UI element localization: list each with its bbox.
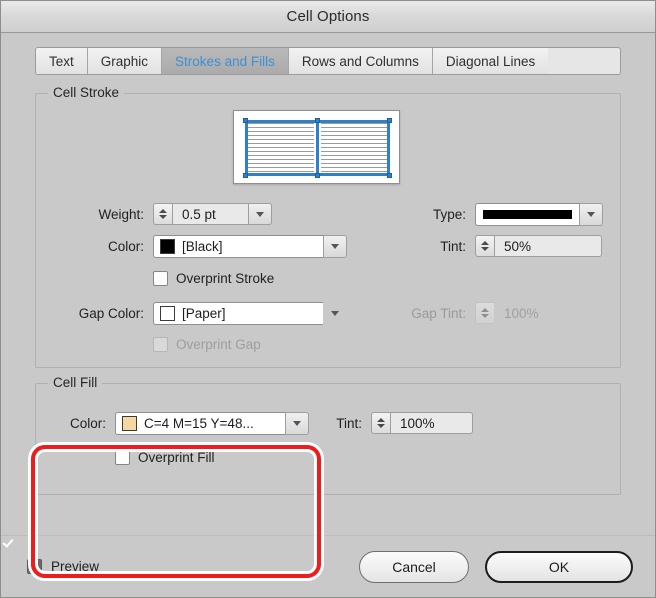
gap-tint-label: Gap Tint: bbox=[411, 305, 466, 321]
fill-color-swatch bbox=[122, 415, 137, 431]
gap-color-dropdown-button[interactable] bbox=[323, 301, 347, 325]
fill-tint-value[interactable]: 100% bbox=[390, 412, 473, 434]
gap-color-field[interactable]: [Paper] bbox=[153, 301, 323, 325]
chevron-down-icon bbox=[293, 420, 301, 426]
overprint-stroke-label: Overprint Stroke bbox=[176, 271, 275, 286]
gap-color-label: Gap Color: bbox=[78, 305, 144, 321]
stroke-color-dropdown-button[interactable] bbox=[323, 234, 347, 258]
tab-strip: Text Graphic Strokes and Fills Rows and … bbox=[35, 47, 621, 75]
proxy-anchor-bottom-center[interactable] bbox=[315, 173, 320, 178]
stroke-proxy-inner bbox=[243, 118, 392, 178]
cell-fill-group-label: Cell Fill bbox=[48, 375, 103, 390]
tab-content-strokes-and-fills: Cell Stroke Weight: 0.5 pt Color: [Black… bbox=[1, 75, 655, 578]
overprint-fill-label: Overprint Fill bbox=[138, 450, 215, 465]
stroke-color-field[interactable]: [Black] bbox=[153, 234, 323, 258]
stepper-up-arrow-icon[interactable] bbox=[481, 241, 489, 245]
stroke-color-value: [Black] bbox=[182, 238, 223, 254]
stroke-color-label: Color: bbox=[107, 238, 144, 254]
title-bar: Cell Options bbox=[1, 1, 655, 33]
weight-value[interactable]: 0.5 pt bbox=[172, 203, 248, 225]
stepper-down-arrow-icon[interactable] bbox=[481, 247, 489, 251]
overprint-fill-checkbox[interactable] bbox=[115, 450, 130, 465]
stroke-type-field[interactable] bbox=[475, 202, 579, 226]
overprint-fill-row[interactable]: Overprint Fill bbox=[115, 450, 215, 465]
proxy-anchor-top-left[interactable] bbox=[243, 118, 248, 123]
proxy-stroke-center[interactable] bbox=[316, 120, 319, 176]
fill-color-label: Color: bbox=[69, 415, 106, 431]
tab-diagonal-lines[interactable]: Diagonal Lines bbox=[432, 48, 549, 74]
dialog-footer: Preview Cancel OK bbox=[1, 535, 655, 597]
proxy-anchor-top-center[interactable] bbox=[315, 118, 320, 123]
gap-color-swatch bbox=[160, 305, 175, 321]
gap-tint-value: 100% bbox=[494, 302, 602, 324]
chevron-down-icon bbox=[331, 310, 339, 316]
fill-color-dropdown-button[interactable] bbox=[285, 411, 309, 435]
stroke-tint-label: Tint: bbox=[440, 238, 466, 254]
overprint-gap-row: Overprint Gap bbox=[153, 337, 261, 352]
overprint-gap-label: Overprint Gap bbox=[176, 337, 261, 352]
tab-strokes-and-fills[interactable]: Strokes and Fills bbox=[162, 48, 289, 74]
weight-row: Weight: 0.5 pt bbox=[78, 202, 272, 226]
stroke-tint-value[interactable]: 50% bbox=[494, 235, 602, 257]
ok-button[interactable]: OK bbox=[485, 550, 633, 583]
weight-label: Weight: bbox=[98, 206, 144, 222]
overprint-gap-checkbox bbox=[153, 337, 168, 352]
fill-tint-row: Tint: 100% bbox=[324, 411, 473, 435]
stepper-up-arrow-icon bbox=[481, 308, 489, 312]
stroke-proxy-preview[interactable] bbox=[233, 110, 400, 184]
stroke-type-row: Type: bbox=[418, 202, 603, 226]
stroke-type-dropdown-button[interactable] bbox=[579, 202, 603, 226]
fill-tint-label: Tint: bbox=[336, 415, 362, 431]
stroke-tint-stepper[interactable] bbox=[475, 235, 494, 257]
dialog-title: Cell Options bbox=[286, 8, 370, 25]
proxy-stroke-left[interactable] bbox=[245, 120, 248, 176]
tab-rows-and-columns[interactable]: Rows and Columns bbox=[288, 48, 433, 74]
weight-stepper[interactable] bbox=[153, 203, 172, 225]
cancel-button[interactable]: Cancel bbox=[359, 550, 469, 583]
chevron-down-icon bbox=[256, 211, 264, 217]
chevron-down-icon bbox=[331, 243, 339, 249]
gap-color-row: Gap Color: [Paper] bbox=[60, 301, 347, 325]
preview-label: Preview bbox=[51, 559, 100, 574]
stepper-up-arrow-icon[interactable] bbox=[159, 209, 167, 213]
proxy-anchor-bottom-right[interactable] bbox=[387, 173, 392, 178]
fill-tint-stepper[interactable] bbox=[371, 412, 390, 434]
stepper-down-arrow-icon bbox=[481, 314, 489, 318]
weight-dropdown-button[interactable] bbox=[248, 203, 272, 225]
tab-text[interactable]: Text bbox=[36, 48, 88, 74]
fill-color-field[interactable]: C=4 M=15 Y=48... bbox=[115, 411, 285, 435]
proxy-anchor-bottom-left[interactable] bbox=[243, 173, 248, 178]
proxy-cell-left bbox=[248, 123, 314, 173]
stroke-type-label: Type: bbox=[432, 206, 466, 222]
cell-stroke-group-label: Cell Stroke bbox=[48, 85, 125, 100]
fill-color-row: Color: C=4 M=15 Y=48... bbox=[58, 411, 309, 435]
chevron-down-icon bbox=[587, 211, 595, 217]
fill-color-value: C=4 M=15 Y=48... bbox=[144, 415, 254, 431]
cell-fill-group: Cell Fill Color: C=4 M=15 Y=48... Overpr… bbox=[35, 375, 621, 495]
gap-color-value: [Paper] bbox=[182, 305, 226, 321]
stepper-down-arrow-icon[interactable] bbox=[159, 215, 167, 219]
cell-stroke-group: Cell Stroke Weight: 0.5 pt Color: [Black… bbox=[35, 85, 621, 368]
proxy-cell-right bbox=[321, 123, 387, 173]
stepper-up-arrow-icon[interactable] bbox=[377, 418, 385, 422]
proxy-anchor-top-right[interactable] bbox=[387, 118, 392, 123]
overprint-stroke-checkbox[interactable] bbox=[153, 271, 168, 286]
proxy-stroke-right[interactable] bbox=[387, 120, 390, 176]
gap-tint-row: Gap Tint: 100% bbox=[400, 301, 602, 325]
cell-options-dialog: Cell Options Text Graphic Strokes and Fi… bbox=[0, 0, 656, 598]
preview-checkbox[interactable] bbox=[27, 559, 42, 574]
stroke-tint-row: Tint: 50% bbox=[418, 234, 602, 258]
stepper-down-arrow-icon[interactable] bbox=[377, 424, 385, 428]
stroke-color-swatch bbox=[160, 238, 175, 254]
overprint-stroke-row[interactable]: Overprint Stroke bbox=[153, 271, 274, 286]
gap-tint-stepper bbox=[475, 302, 494, 324]
tab-graphic[interactable]: Graphic bbox=[87, 48, 163, 74]
stroke-color-row: Color: [Black] bbox=[78, 234, 347, 258]
solid-line-swatch-icon bbox=[483, 209, 572, 219]
